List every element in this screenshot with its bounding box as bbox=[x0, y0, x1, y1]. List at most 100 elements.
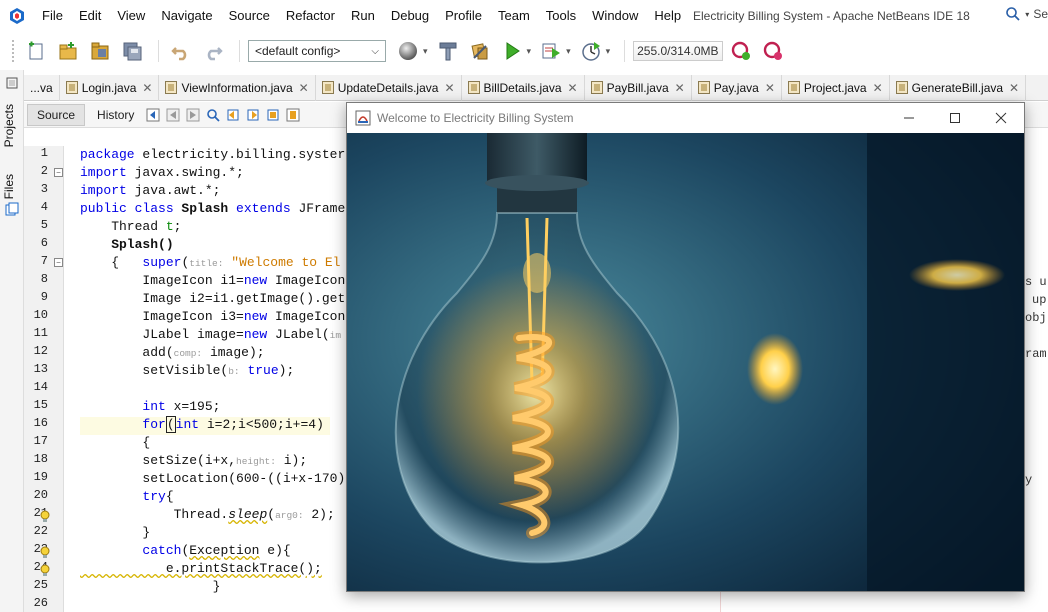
editor-tab-billdetails[interactable]: BillDetails.java ✕ bbox=[462, 74, 585, 101]
editor-tab-viewinformation[interactable]: ViewInformation.java ✕ bbox=[159, 74, 316, 101]
services-icon[interactable] bbox=[5, 202, 19, 216]
set-project-config-button[interactable] bbox=[394, 37, 422, 65]
last-edit-icon[interactable] bbox=[145, 107, 161, 123]
java-file-icon bbox=[165, 81, 178, 94]
editor-tab-login[interactable]: Login.java ✕ bbox=[60, 74, 160, 101]
source-mode-button[interactable]: Source bbox=[27, 103, 86, 126]
menu-run[interactable]: Run bbox=[343, 0, 383, 32]
gc-button[interactable] bbox=[727, 37, 755, 65]
fold-toggle[interactable]: − bbox=[54, 168, 63, 177]
close-button[interactable] bbox=[978, 103, 1024, 133]
config-select[interactable]: <default config> ⌵ bbox=[248, 40, 386, 62]
close-icon[interactable]: ✕ bbox=[675, 81, 685, 95]
warning-hint-icon[interactable] bbox=[39, 510, 51, 522]
editor-tab-generatebill[interactable]: GenerateBill.java ✕ bbox=[890, 74, 1027, 101]
gc-profiler-button[interactable] bbox=[759, 37, 787, 65]
build-project-button[interactable] bbox=[434, 37, 462, 65]
tab-label: BillDetails.java bbox=[483, 80, 562, 95]
config-dropdown-icon[interactable]: ▾ bbox=[423, 46, 428, 57]
projects-tab[interactable]: Projects bbox=[2, 104, 16, 147]
menu-help[interactable]: Help bbox=[646, 0, 689, 32]
minimize-button[interactable] bbox=[886, 103, 932, 133]
menu-team[interactable]: Team bbox=[490, 0, 538, 32]
clipped-code-text: s u bbox=[1025, 275, 1047, 289]
close-icon[interactable]: ✕ bbox=[765, 81, 775, 95]
code-token: ImageIcon i1= bbox=[80, 273, 244, 288]
code-line: try{ bbox=[80, 488, 173, 506]
menu-file[interactable]: File bbox=[34, 0, 71, 32]
bookmark-icon[interactable] bbox=[285, 107, 301, 123]
code-token: "Welcome to El bbox=[223, 255, 341, 270]
history-mode-button[interactable]: History bbox=[88, 104, 143, 126]
close-icon[interactable]: ✕ bbox=[444, 81, 454, 95]
save-all-button[interactable] bbox=[118, 37, 146, 65]
editor-tab-project[interactable]: Project.java ✕ bbox=[782, 74, 890, 101]
code-token: catch bbox=[142, 543, 182, 558]
search-icon bbox=[1006, 7, 1020, 21]
search-box[interactable]: ▾ Se bbox=[1005, 6, 1048, 22]
menu-navigate[interactable]: Navigate bbox=[153, 0, 220, 32]
new-project-icon bbox=[59, 42, 77, 60]
splash-window[interactable]: Welcome to Electricity Billing System bbox=[346, 102, 1025, 592]
debug-project-button[interactable] bbox=[537, 37, 565, 65]
menu-window[interactable]: Window bbox=[584, 0, 646, 32]
memory-indicator[interactable]: 255.0/314.0MB bbox=[633, 41, 723, 61]
line-number: 4 bbox=[40, 200, 48, 214]
java-app-icon bbox=[355, 110, 371, 126]
close-icon[interactable]: ✕ bbox=[873, 81, 883, 95]
forward-icon[interactable] bbox=[185, 107, 201, 123]
menu-source[interactable]: Source bbox=[221, 0, 278, 32]
new-project-button[interactable] bbox=[54, 37, 82, 65]
code-token: setVisible( bbox=[80, 363, 229, 378]
line-number: 11 bbox=[33, 326, 48, 340]
editor-tab-pay[interactable]: Pay.java ✕ bbox=[692, 74, 782, 101]
toggle-highlight-icon[interactable] bbox=[265, 107, 281, 123]
code-token: Splash bbox=[173, 201, 237, 216]
menu-refactor[interactable]: Refactor bbox=[278, 0, 343, 32]
profile-dropdown-icon[interactable]: ▾ bbox=[606, 46, 611, 57]
close-icon[interactable]: ✕ bbox=[1009, 81, 1019, 95]
menu-profile[interactable]: Profile bbox=[437, 0, 490, 32]
toolbar-grip[interactable] bbox=[12, 40, 16, 62]
tab-label: Pay.java bbox=[713, 80, 759, 95]
clean-build-button[interactable] bbox=[466, 37, 494, 65]
editor-tab-paybill[interactable]: PayBill.java ✕ bbox=[585, 74, 692, 101]
menu-tools[interactable]: Tools bbox=[538, 0, 584, 32]
profile-project-button[interactable] bbox=[577, 37, 605, 65]
restore-window-icon[interactable] bbox=[5, 76, 19, 90]
profile-icon bbox=[581, 42, 600, 61]
fold-toggle[interactable]: − bbox=[54, 258, 63, 267]
warning-hint-icon[interactable] bbox=[39, 546, 51, 558]
param-hint: b: bbox=[228, 366, 240, 377]
redo-button[interactable] bbox=[199, 37, 227, 65]
debug-dropdown-icon[interactable]: ▾ bbox=[566, 46, 571, 57]
open-project-button[interactable] bbox=[86, 37, 114, 65]
splash-title-bar[interactable]: Welcome to Electricity Billing System bbox=[347, 103, 1024, 133]
save-all-icon bbox=[123, 42, 142, 61]
maximize-button[interactable] bbox=[932, 103, 978, 133]
editor-tab-overflow[interactable]: ...va bbox=[24, 74, 60, 101]
back-icon[interactable] bbox=[165, 107, 181, 123]
clipped-code-text: ram bbox=[1025, 347, 1047, 361]
close-icon[interactable]: ✕ bbox=[142, 81, 152, 95]
close-icon[interactable]: ✕ bbox=[568, 81, 578, 95]
find-previous-icon[interactable] bbox=[225, 107, 241, 123]
line-number: 22 bbox=[33, 524, 48, 538]
menu-edit[interactable]: Edit bbox=[71, 0, 109, 32]
line-number: 8 bbox=[40, 272, 48, 286]
menu-view[interactable]: View bbox=[109, 0, 153, 32]
code-token: e){ bbox=[259, 543, 291, 558]
warning-hint-icon[interactable] bbox=[39, 564, 51, 576]
undo-button[interactable] bbox=[167, 37, 195, 65]
new-file-button[interactable] bbox=[22, 37, 50, 65]
menu-debug[interactable]: Debug bbox=[383, 0, 437, 32]
editor-tab-updatedetails[interactable]: UpdateDetails.java ✕ bbox=[316, 74, 462, 101]
run-project-button[interactable] bbox=[498, 37, 526, 65]
find-next-icon[interactable] bbox=[245, 107, 261, 123]
run-dropdown-icon[interactable]: ▾ bbox=[527, 46, 532, 57]
files-tab[interactable]: Files bbox=[2, 174, 16, 199]
close-icon[interactable]: ✕ bbox=[299, 81, 309, 95]
minimize-icon bbox=[904, 117, 914, 119]
toolbar-separator bbox=[624, 40, 626, 62]
find-icon[interactable] bbox=[205, 107, 221, 123]
